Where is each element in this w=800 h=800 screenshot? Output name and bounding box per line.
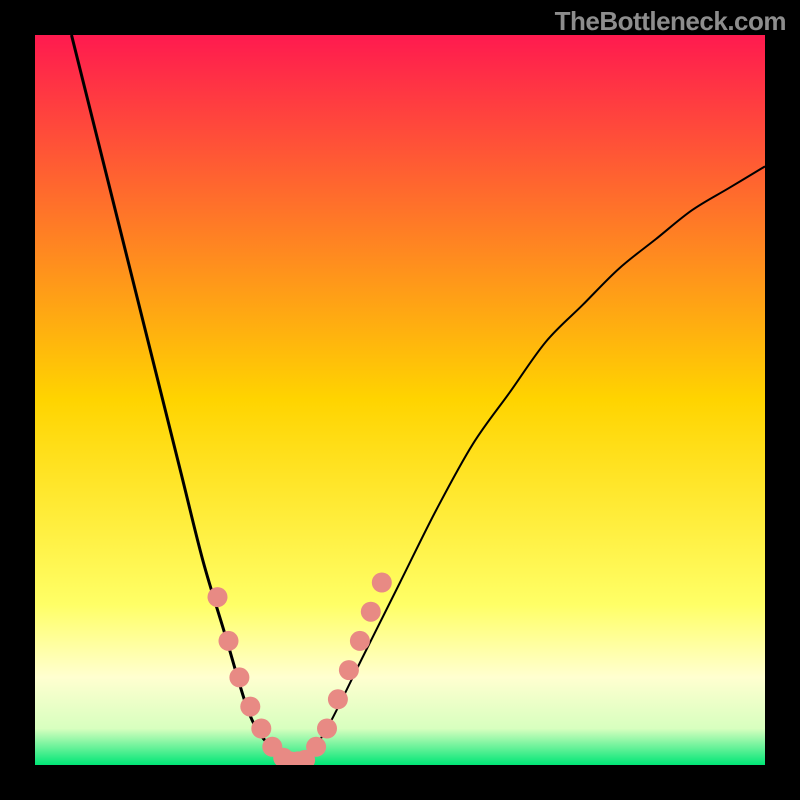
data-marker xyxy=(240,697,260,717)
data-marker xyxy=(306,737,326,757)
watermark-text: TheBottleneck.com xyxy=(555,6,786,37)
data-marker xyxy=(350,631,370,651)
data-marker xyxy=(339,660,359,680)
plot-area xyxy=(35,35,765,765)
bottleneck-chart xyxy=(35,35,765,765)
data-marker xyxy=(229,667,249,687)
data-marker xyxy=(251,719,271,739)
data-marker xyxy=(361,602,381,622)
gradient-background xyxy=(35,35,765,765)
data-marker xyxy=(328,689,348,709)
data-marker xyxy=(208,587,228,607)
data-marker xyxy=(317,719,337,739)
data-marker xyxy=(372,573,392,593)
chart-frame: TheBottleneck.com xyxy=(0,0,800,800)
data-marker xyxy=(219,631,239,651)
